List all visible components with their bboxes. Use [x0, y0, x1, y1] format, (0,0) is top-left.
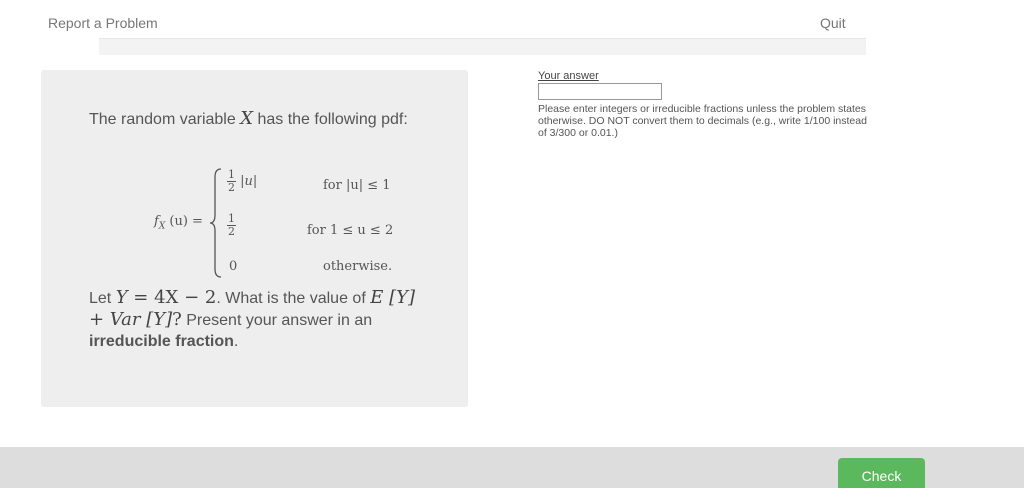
period-text: . — [233, 333, 239, 350]
question-body: Let Y = 4X − 2. What is the value of E [… — [89, 287, 434, 352]
pdf-row-2: 12 — [227, 213, 236, 238]
question-intro: The random variable X has the following … — [89, 108, 419, 130]
let-text: Let — [89, 290, 116, 307]
check-button[interactable]: Check — [838, 458, 925, 488]
frac-2-den: 2 — [228, 225, 235, 238]
row-2-cond: for 1 ≤ u ≤ 2 — [307, 223, 394, 238]
question-mark: ? — [172, 309, 182, 330]
eq-rhs: = 4X − 2 — [127, 287, 217, 308]
intro-before: The random variable — [89, 111, 241, 128]
irreducible-fraction-bold: irreducible fraction — [89, 333, 234, 350]
answer-label: Your answer — [538, 70, 599, 82]
progress-bar — [99, 38, 866, 55]
row-3-value: 0 — [229, 259, 238, 274]
question-card: The random variable X has the following … — [41, 70, 468, 407]
row-1-cond: for |u| ≤ 1 — [323, 178, 391, 193]
present-text: Present your answer in an — [181, 312, 373, 329]
frac-1-den: 2 — [228, 181, 235, 194]
intro-var: X — [240, 108, 254, 129]
quit-link[interactable]: Quit — [820, 15, 846, 31]
pdf-lhs-arg: (u) = — [169, 214, 203, 229]
frac-2: 12 — [227, 213, 236, 238]
pdf-lhs-sub: X — [158, 221, 166, 232]
pdf-row-1: 12 |u| — [227, 169, 257, 194]
row-1-expr: |u| — [240, 174, 258, 189]
eq-y: Y — [115, 287, 128, 308]
report-problem-link[interactable]: Report a Problem — [48, 15, 158, 31]
intro-after: has the following pdf: — [253, 111, 408, 128]
row-3-cond: otherwise. — [323, 259, 393, 274]
what-text: . What is the value of — [216, 290, 366, 307]
pdf-lhs: fX (u) = — [154, 214, 203, 232]
answer-help-text: Please enter integers or irreducible fra… — [538, 103, 867, 139]
answer-input[interactable] — [538, 83, 662, 100]
frac-1: 12 — [227, 169, 236, 194]
left-brace-icon — [209, 168, 222, 278]
pdf-formula: fX (u) = 12 |u| for |u| ≤ 1 12 for 1 ≤ u… — [151, 167, 451, 279]
